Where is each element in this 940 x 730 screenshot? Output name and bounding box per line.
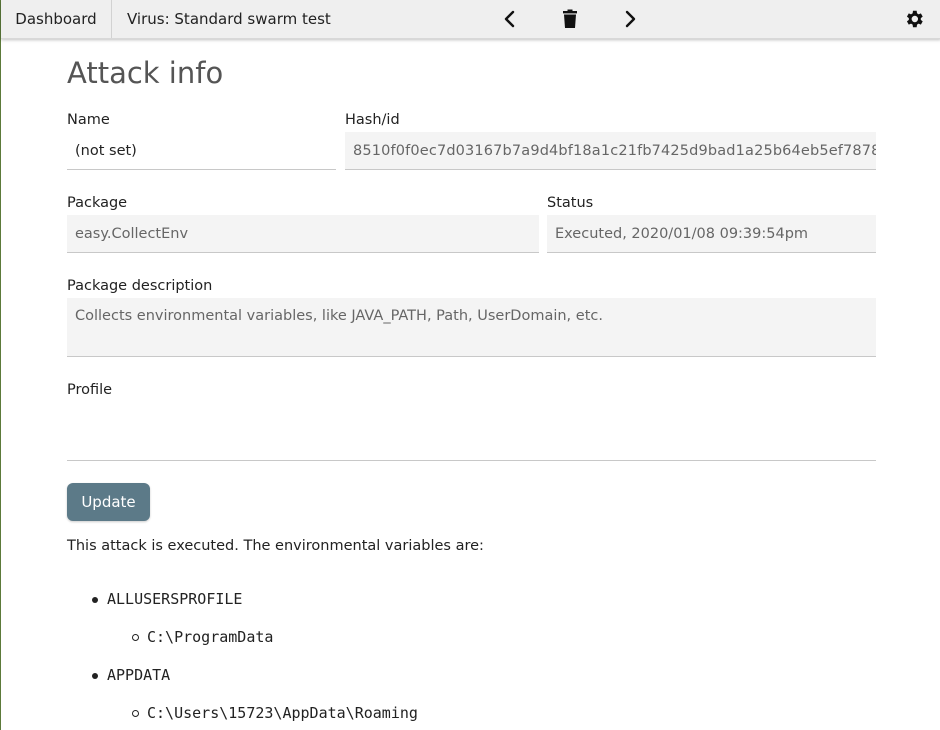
env-variable-value: C:\ProgramData — [147, 628, 274, 646]
package-description-field: Collects environmental variables, like J… — [67, 298, 876, 357]
dashboard-button[interactable]: Dashboard — [1, 0, 112, 38]
result-text: This attack is executed. The environment… — [67, 538, 484, 554]
profile-input[interactable] — [67, 402, 876, 461]
top-bar: Dashboard Virus: Standard swarm test — [1, 0, 940, 39]
list-bullet — [132, 710, 139, 717]
update-button[interactable]: Update — [67, 483, 150, 521]
package-description-label: Package description — [67, 278, 213, 294]
env-variable-name: APPDATA — [107, 666, 171, 684]
list-bullet — [132, 634, 139, 641]
env-variable-value: C:\Users\15723\AppData\Roaming — [147, 704, 418, 722]
list-bullet — [92, 673, 98, 679]
name-input[interactable]: (not set) — [67, 132, 336, 170]
list-bullet — [92, 597, 98, 603]
status-label: Status — [547, 195, 594, 211]
chevron-left-icon[interactable] — [498, 7, 522, 31]
profile-label: Profile — [67, 382, 113, 398]
chevron-right-icon[interactable] — [618, 7, 642, 31]
name-label: Name — [67, 112, 110, 128]
status-field: Executed, 2020/01/08 09:39:54pm — [547, 215, 876, 253]
package-label: Package — [67, 195, 128, 211]
package-field: easy.CollectEnv — [67, 215, 539, 253]
gear-icon[interactable] — [902, 7, 926, 31]
page-title: Attack info — [67, 56, 224, 90]
trash-icon[interactable] — [558, 7, 582, 31]
hash-label: Hash/id — [345, 112, 400, 128]
attack-title: Virus: Standard swarm test — [127, 10, 331, 28]
env-variable-name: ALLUSERSPROFILE — [107, 590, 243, 608]
hash-field: 8510f0f0ec7d03167b7a9d4bf18a1c21fb7425d9… — [345, 132, 876, 170]
